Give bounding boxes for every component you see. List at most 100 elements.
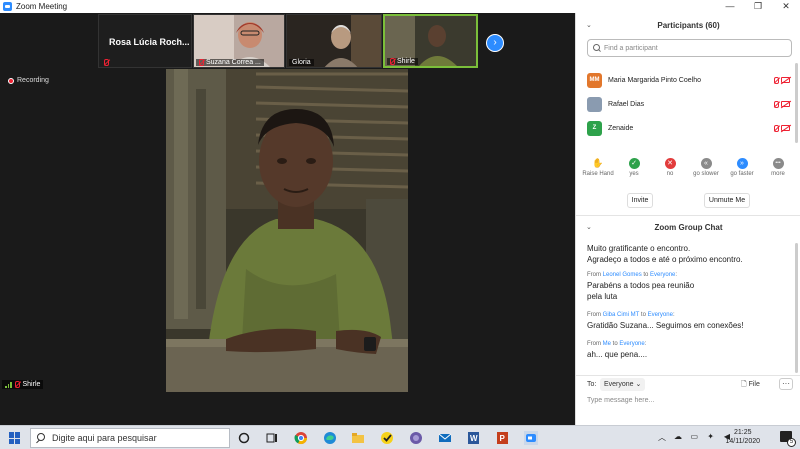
clock-time: 21:25 bbox=[733, 429, 752, 436]
chat-message-input[interactable]: Type message here... bbox=[587, 397, 654, 404]
chat-message: From Giba Cimi MT to Everyone: Gratidão … bbox=[587, 311, 792, 331]
avatar: MM bbox=[587, 72, 602, 88]
window-title: Zoom Meeting bbox=[16, 2, 68, 11]
participant-name: Zenaide bbox=[608, 124, 634, 132]
participant-search-input[interactable]: Find a participant bbox=[587, 39, 792, 57]
task-view-icon[interactable] bbox=[237, 431, 251, 445]
svg-text:W: W bbox=[470, 434, 478, 443]
recording-indicator: Recording bbox=[8, 77, 49, 84]
participant-row[interactable]: Z Zenaide bbox=[576, 117, 796, 139]
clock-date: 14/11/2020 bbox=[725, 438, 760, 445]
zoom-window: Zoom Meeting — ❐ ✕ Rosa Lúcia Roch... Su… bbox=[0, 0, 800, 449]
participant-status bbox=[774, 124, 790, 132]
participant-name: Rafael Dias bbox=[608, 100, 645, 108]
minimize-button[interactable]: — bbox=[716, 0, 744, 13]
video-tile-rosa[interactable]: Rosa Lúcia Roch... bbox=[98, 14, 192, 68]
windows-taskbar: Digite aqui para pesquisar W P ︿ ☁ ▭ ✦ ◀… bbox=[0, 425, 800, 449]
notification-count: 5 bbox=[787, 438, 796, 447]
speaker-name: Shirle bbox=[22, 381, 41, 388]
mic-muted-icon bbox=[390, 58, 395, 65]
video-tile-gloria[interactable]: Gloria bbox=[286, 14, 382, 68]
record-dot-icon bbox=[8, 77, 14, 84]
video-off-icon bbox=[781, 124, 790, 131]
active-speaker-video bbox=[166, 69, 408, 392]
reaction-bar: ✋ Raise Hand ✓ yes ✕ no « go slower » go… bbox=[580, 158, 796, 177]
file-explorer-icon[interactable] bbox=[351, 431, 365, 445]
go-faster-button[interactable]: » go faster bbox=[724, 158, 760, 177]
collapse-participants-icon[interactable]: ⌄ bbox=[586, 15, 592, 37]
chevron-up-icon[interactable]: ︿ bbox=[658, 432, 666, 443]
chat-scrollbar[interactable] bbox=[795, 243, 798, 373]
cloud-icon[interactable]: ☁ bbox=[674, 432, 682, 441]
tile-caption bbox=[101, 59, 112, 66]
go-slower-button[interactable]: « go slower bbox=[688, 158, 724, 177]
mic-muted-icon bbox=[199, 59, 204, 66]
video-off-icon bbox=[781, 76, 790, 83]
tile-name: Rosa Lúcia Roch... bbox=[109, 37, 190, 47]
norton-icon[interactable] bbox=[380, 431, 394, 445]
no-button[interactable]: ✕ no bbox=[652, 158, 688, 177]
edge-icon[interactable] bbox=[323, 431, 337, 445]
recording-label: Recording bbox=[17, 77, 49, 84]
video-tile-suzana[interactable]: Suzana Correa ... bbox=[193, 14, 285, 68]
tile-caption: Gloria bbox=[289, 59, 314, 66]
hand-icon: ✋ bbox=[592, 158, 604, 168]
speaker-video-frame bbox=[166, 69, 408, 392]
participants-scrollbar[interactable] bbox=[795, 63, 798, 143]
chat-message: From Leonel Gomes to Everyone: Parabéns … bbox=[587, 271, 792, 302]
message-sender: From Leonel Gomes to Everyone: bbox=[587, 272, 678, 278]
tile-caption: Shirle bbox=[387, 58, 418, 65]
network-icon[interactable]: ▭ bbox=[690, 432, 698, 441]
participant-status bbox=[774, 100, 790, 108]
timeline-icon[interactable] bbox=[265, 431, 279, 445]
window-controls: — ❐ ✕ bbox=[716, 0, 800, 13]
tile-caption: Suzana Correa ... bbox=[196, 59, 264, 66]
chrome-icon[interactable] bbox=[294, 431, 308, 445]
chat-message: From Me to Everyone: ah... que pena.... bbox=[587, 340, 792, 360]
participant-name: Maria Margarida Pinto Coelho bbox=[608, 76, 701, 84]
recipient-select[interactable]: Everyone ⌄ bbox=[600, 378, 646, 391]
participants-header: ⌄ Participants (60) bbox=[576, 15, 800, 37]
mic-muted-icon bbox=[774, 76, 779, 84]
more-reactions-button[interactable]: ••• more bbox=[760, 158, 796, 177]
next-page-button[interactable]: › bbox=[486, 34, 504, 52]
word-icon[interactable]: W bbox=[466, 431, 480, 445]
app-globe-icon[interactable] bbox=[409, 431, 423, 445]
close-button[interactable]: ✕ bbox=[772, 0, 800, 13]
file-icon: 🗋 bbox=[741, 381, 749, 388]
yes-button[interactable]: ✓ yes bbox=[616, 158, 652, 177]
chat-more-button[interactable]: ··· bbox=[779, 378, 793, 390]
chat-message: Muito gratificante o encontro. Agradeço … bbox=[587, 244, 743, 264]
taskbar-search-input[interactable]: Digite aqui para pesquisar bbox=[30, 428, 230, 448]
powerpoint-icon[interactable]: P bbox=[495, 431, 509, 445]
x-icon: ✕ bbox=[664, 158, 676, 169]
participant-row[interactable]: Rafael Dias bbox=[576, 93, 796, 115]
participant-row[interactable]: MM Maria Margarida Pinto Coelho bbox=[576, 69, 796, 91]
participants-title: Participants (60) bbox=[657, 21, 720, 30]
file-button[interactable]: 🗋 File bbox=[741, 380, 760, 391]
rewind-icon: « bbox=[700, 158, 712, 169]
participant-status bbox=[774, 76, 790, 84]
zoom-taskbar-icon[interactable] bbox=[524, 431, 538, 445]
video-tile-shirle[interactable]: Shirle bbox=[383, 14, 478, 68]
chat-compose-toolbar: To: Everyone ⌄ 🗋 File ··· bbox=[576, 375, 800, 393]
chat-header: ⌄ Zoom Group Chat bbox=[576, 217, 800, 239]
dropbox-icon[interactable]: ✦ bbox=[707, 432, 714, 441]
title-bar: Zoom Meeting — ❐ ✕ bbox=[0, 0, 800, 13]
collapse-chat-icon[interactable]: ⌄ bbox=[586, 217, 592, 239]
raise-hand-button[interactable]: ✋ Raise Hand bbox=[580, 158, 616, 177]
divider bbox=[576, 215, 800, 216]
check-icon: ✓ bbox=[628, 158, 640, 169]
mic-muted-icon bbox=[774, 100, 779, 108]
invite-button[interactable]: Invite bbox=[627, 193, 653, 208]
message-sender: From Giba Cimi MT to Everyone: bbox=[587, 312, 675, 318]
unmute-me-button[interactable]: Unmute Me bbox=[704, 193, 750, 208]
mail-icon[interactable] bbox=[438, 431, 452, 445]
windows-start-icon[interactable] bbox=[9, 432, 21, 444]
to-label: To: bbox=[587, 381, 597, 388]
maximize-button[interactable]: ❐ bbox=[744, 0, 772, 13]
signal-strength-icon bbox=[5, 381, 12, 388]
side-panel: ⌄ Participants (60) Find a participant M… bbox=[575, 13, 800, 425]
active-speaker-caption: Shirle bbox=[2, 380, 44, 389]
clock[interactable]: 21:25 14/11/2020 bbox=[725, 428, 760, 446]
